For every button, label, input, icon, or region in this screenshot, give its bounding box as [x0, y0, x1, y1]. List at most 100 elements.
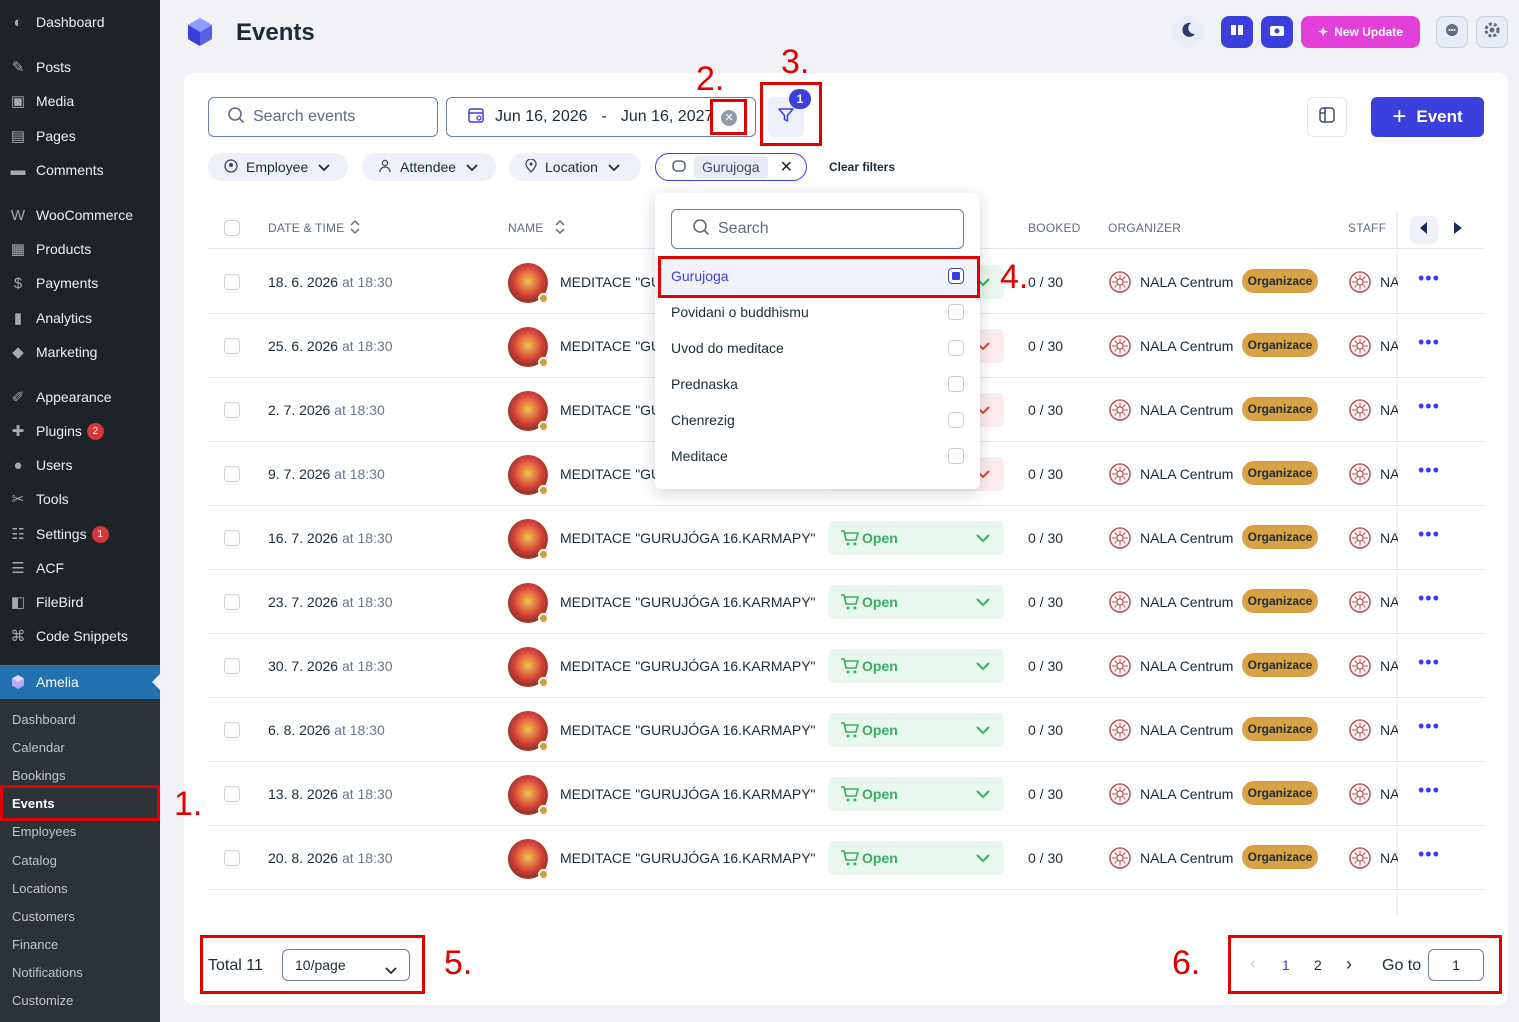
- clear-date-icon[interactable]: ✕: [721, 110, 737, 126]
- table-row[interactable]: 20. 8. 2026 at 18:30 MEDITACE "GURUJÓGA 1…: [208, 826, 1484, 890]
- sidebar-item-marketing[interactable]: ◆ Marketing: [0, 335, 160, 369]
- dropdown-option[interactable]: Gurujoga: [655, 258, 980, 294]
- status-select[interactable]: Open: [828, 521, 1004, 555]
- table-row[interactable]: 16. 7. 2026 at 18:30 MEDITACE "GURUJÓGA 1…: [208, 506, 1484, 570]
- status-select[interactable]: Open: [828, 777, 1004, 811]
- row-checkbox[interactable]: [224, 658, 240, 674]
- row-checkbox[interactable]: [224, 274, 240, 290]
- scroll-right-button[interactable]: [1444, 216, 1472, 244]
- table-row[interactable]: 6. 8. 2026 at 18:30 MEDITACE "GURUJÓGA 16…: [208, 698, 1484, 762]
- sidebar-item-plugins[interactable]: ✚ Plugins 2: [0, 414, 160, 448]
- more-actions-icon[interactable]: •••: [1418, 844, 1440, 865]
- option-checkbox[interactable]: [948, 268, 964, 284]
- sidebar-item-products[interactable]: ▦ Products: [0, 232, 160, 266]
- sidebar-item-pages[interactable]: ▤ Pages: [0, 119, 160, 153]
- table-row[interactable]: 30. 7. 2026 at 18:30 MEDITACE "GURUJÓGA 1…: [208, 634, 1484, 698]
- sidebar-item-woocommerce[interactable]: W WooCommerce: [0, 198, 160, 232]
- sidebar-item-filebird[interactable]: ◧ FileBird: [0, 585, 160, 619]
- dropdown-option[interactable]: Uvod do meditace: [655, 330, 980, 366]
- submenu-item-customize[interactable]: Customize: [12, 993, 73, 1008]
- columns-button[interactable]: [1307, 97, 1347, 137]
- settings-button[interactable]: [1476, 16, 1508, 48]
- event-name[interactable]: MEDITACE "GURUJÓGA 16.KARMAPY": [560, 530, 816, 546]
- event-name[interactable]: MEDITACE "GURUJÓGA 16.KARMAPY": [560, 850, 816, 866]
- row-checkbox[interactable]: [224, 338, 240, 354]
- submenu-item-dashboard[interactable]: Dashboard: [12, 712, 76, 727]
- attendee-filter[interactable]: Attendee: [362, 153, 496, 181]
- row-checkbox[interactable]: [224, 850, 240, 866]
- search-input[interactable]: Search events: [208, 97, 438, 137]
- more-actions-icon[interactable]: •••: [1418, 716, 1440, 737]
- sidebar-item-users[interactable]: ● Users: [0, 448, 160, 482]
- row-checkbox[interactable]: [224, 466, 240, 482]
- submenu-item-catalog[interactable]: Catalog: [12, 853, 57, 868]
- more-actions-icon[interactable]: •••: [1418, 460, 1440, 481]
- column-date[interactable]: DATE & TIME: [268, 221, 344, 235]
- row-checkbox[interactable]: [224, 402, 240, 418]
- scroll-left-button[interactable]: [1410, 216, 1438, 244]
- dropdown-option[interactable]: Povidani o buddhismu: [655, 294, 980, 330]
- table-row[interactable]: 23. 7. 2026 at 18:30 MEDITACE "GURUJÓGA 1…: [208, 570, 1484, 634]
- submenu-item-employees[interactable]: Employees: [12, 824, 76, 839]
- sidebar-item-code-snippets[interactable]: ⌘ Code Snippets: [0, 619, 160, 653]
- row-checkbox[interactable]: [224, 722, 240, 738]
- status-select[interactable]: Open: [828, 649, 1004, 683]
- event-name[interactable]: MEDITACE "GURUJÓGA 16.KARMAPY": [560, 786, 816, 802]
- more-actions-icon[interactable]: •••: [1418, 268, 1440, 289]
- submenu-item-notifications[interactable]: Notifications: [12, 965, 83, 980]
- option-checkbox[interactable]: [948, 412, 964, 428]
- row-checkbox[interactable]: [224, 786, 240, 802]
- more-actions-icon[interactable]: •••: [1418, 524, 1440, 545]
- event-name[interactable]: MEDITACE "GURUJÓGA 16.KARMAPY": [560, 658, 816, 674]
- location-filter[interactable]: Location: [509, 153, 641, 181]
- sidebar-item-appearance[interactable]: ✐ Appearance: [0, 380, 160, 414]
- column-name[interactable]: NAME: [508, 221, 543, 235]
- status-select[interactable]: Open: [828, 713, 1004, 747]
- sidebar-item-settings[interactable]: ☷ Settings 1: [0, 517, 160, 551]
- submenu-item-locations[interactable]: Locations: [12, 881, 68, 896]
- row-checkbox[interactable]: [224, 594, 240, 610]
- option-checkbox[interactable]: [948, 304, 964, 320]
- dropdown-search-input[interactable]: Search: [671, 209, 964, 249]
- date-range-picker[interactable]: Jun 16, 2026 - Jun 16, 2027 ✕: [446, 97, 756, 137]
- add-event-button[interactable]: + Event: [1371, 97, 1484, 137]
- goto-page-input[interactable]: 1: [1428, 949, 1484, 981]
- submenu-item-customers[interactable]: Customers: [12, 909, 75, 924]
- sidebar-item-analytics[interactable]: ▮ Analytics: [0, 301, 160, 335]
- event-name[interactable]: MEDITACE "GURUJÓGA 16.KARMAPY": [560, 594, 816, 610]
- status-select[interactable]: Open: [828, 585, 1004, 619]
- submenu-item-finance[interactable]: Finance: [12, 937, 58, 952]
- more-actions-icon[interactable]: •••: [1418, 396, 1440, 417]
- prev-page-button[interactable]: ‹: [1250, 955, 1255, 973]
- dropdown-option[interactable]: Chenrezig: [655, 402, 980, 438]
- sidebar-item-tools[interactable]: ✂ Tools: [0, 482, 160, 516]
- sidebar-item-acf[interactable]: ☰ ACF: [0, 551, 160, 585]
- tag-filter[interactable]: Gurujoga ✕: [655, 153, 807, 181]
- dropdown-option[interactable]: Prednaska: [655, 366, 980, 402]
- remove-tag-icon[interactable]: ✕: [780, 157, 793, 177]
- clear-filters-link[interactable]: Clear filters: [829, 160, 895, 174]
- sidebar-item-posts[interactable]: ✎ Posts: [0, 50, 160, 84]
- employee-filter[interactable]: Employee: [208, 153, 348, 181]
- sort-icon[interactable]: [555, 220, 565, 239]
- submenu-item-bookings[interactable]: Bookings: [12, 768, 65, 783]
- sidebar-item-dashboard[interactable]: ◐ Dashboard: [0, 5, 160, 39]
- event-name[interactable]: MEDITACE "GURUJÓGA 16.KARMAPY": [560, 722, 816, 738]
- docs-button[interactable]: [1221, 16, 1253, 48]
- chat-button[interactable]: [1436, 16, 1468, 48]
- new-update-button[interactable]: ✦ New Update: [1301, 16, 1420, 48]
- next-page-button[interactable]: ›: [1346, 954, 1352, 975]
- more-actions-icon[interactable]: •••: [1418, 332, 1440, 353]
- dropdown-option[interactable]: Meditace: [655, 438, 980, 474]
- option-checkbox[interactable]: [948, 340, 964, 356]
- submenu-item-events[interactable]: Events: [12, 796, 55, 811]
- per-page-select[interactable]: 10/page: [282, 949, 410, 981]
- row-checkbox[interactable]: [224, 530, 240, 546]
- sidebar-item-payments[interactable]: $ Payments: [0, 266, 160, 300]
- submenu-item-calendar[interactable]: Calendar: [12, 740, 65, 755]
- page-1-button[interactable]: 1: [1282, 957, 1290, 973]
- more-actions-icon[interactable]: •••: [1418, 588, 1440, 609]
- dark-mode-toggle[interactable]: [1172, 16, 1204, 48]
- page-2-button[interactable]: 2: [1314, 957, 1322, 973]
- video-button[interactable]: [1261, 16, 1293, 48]
